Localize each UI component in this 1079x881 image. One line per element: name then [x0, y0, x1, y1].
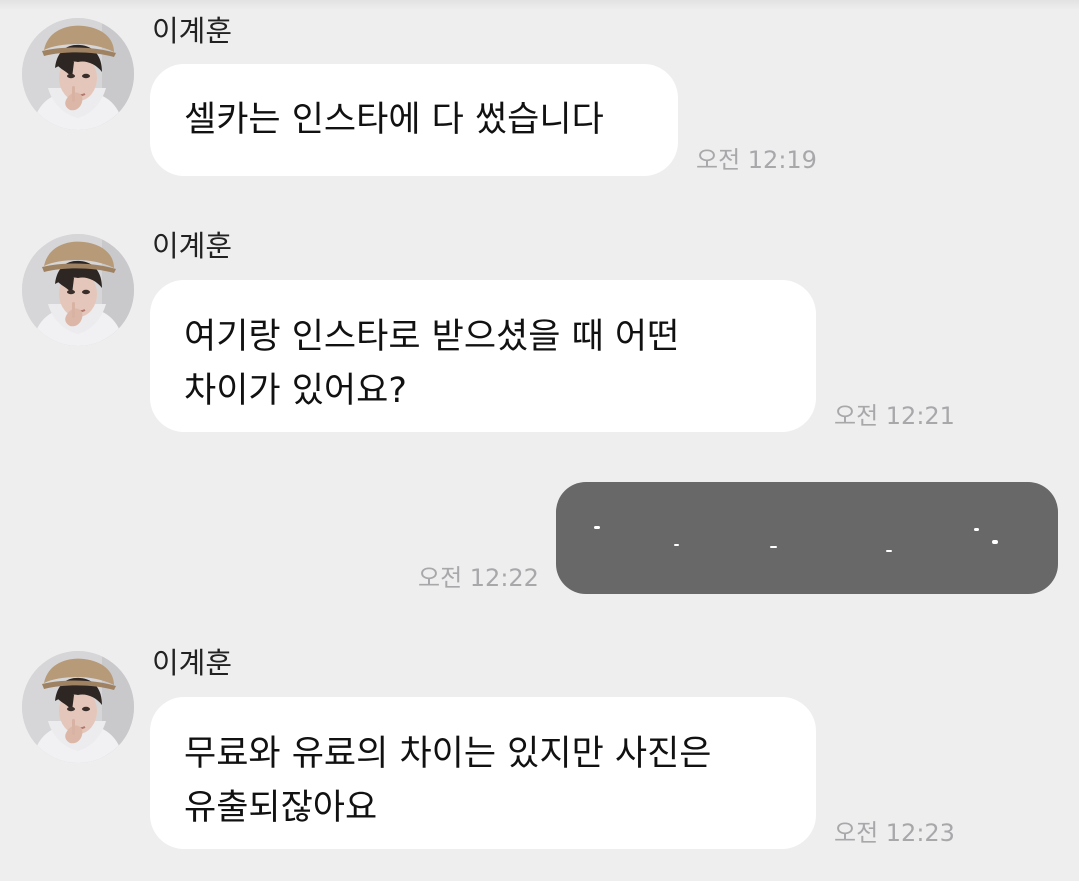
redaction-mark — [974, 528, 979, 531]
message-timestamp: 오전 12:23 — [834, 819, 955, 847]
redaction-mark — [674, 544, 679, 546]
redaction-mark — [886, 550, 892, 552]
message-bubble[interactable]: 셀카는 인스타에 다 썼습니다 — [150, 64, 678, 176]
sender-name: 이계훈 — [152, 229, 233, 263]
redaction-mark — [992, 540, 998, 544]
own-message-bubble-redacted[interactable] — [556, 482, 1058, 594]
profile-photo-icon — [22, 18, 134, 130]
message-timestamp: 오전 12:19 — [696, 146, 817, 174]
profile-photo-icon — [22, 234, 134, 346]
sender-name: 이계훈 — [152, 646, 233, 680]
top-edge-shade — [0, 0, 1079, 10]
message-text-line: 여기랑 인스타로 받으셨을 때 어떤 — [184, 317, 680, 357]
redaction-mark — [770, 546, 777, 548]
message-text-line: 유출되잖아요 — [184, 788, 378, 828]
message-timestamp: 오전 12:21 — [834, 402, 955, 430]
message-text-line: 차이가 있어요? — [184, 371, 407, 411]
sender-name: 이계훈 — [152, 14, 233, 48]
message-bubble[interactable]: 여기랑 인스타로 받으셨을 때 어떤 차이가 있어요? — [150, 280, 816, 432]
avatar[interactable] — [22, 18, 134, 130]
avatar[interactable] — [22, 651, 134, 763]
avatar[interactable] — [22, 234, 134, 346]
message-text-line: 무료와 유료의 차이는 있지만 사진은 — [184, 734, 712, 774]
message-timestamp: 오전 12:22 — [418, 564, 539, 592]
message-text: 셀카는 인스타에 다 썼습니다 — [184, 100, 604, 140]
message-bubble[interactable]: 무료와 유료의 차이는 있지만 사진은 유출되잖아요 — [150, 697, 816, 849]
redaction-mark — [594, 526, 600, 529]
profile-photo-icon — [22, 651, 134, 763]
